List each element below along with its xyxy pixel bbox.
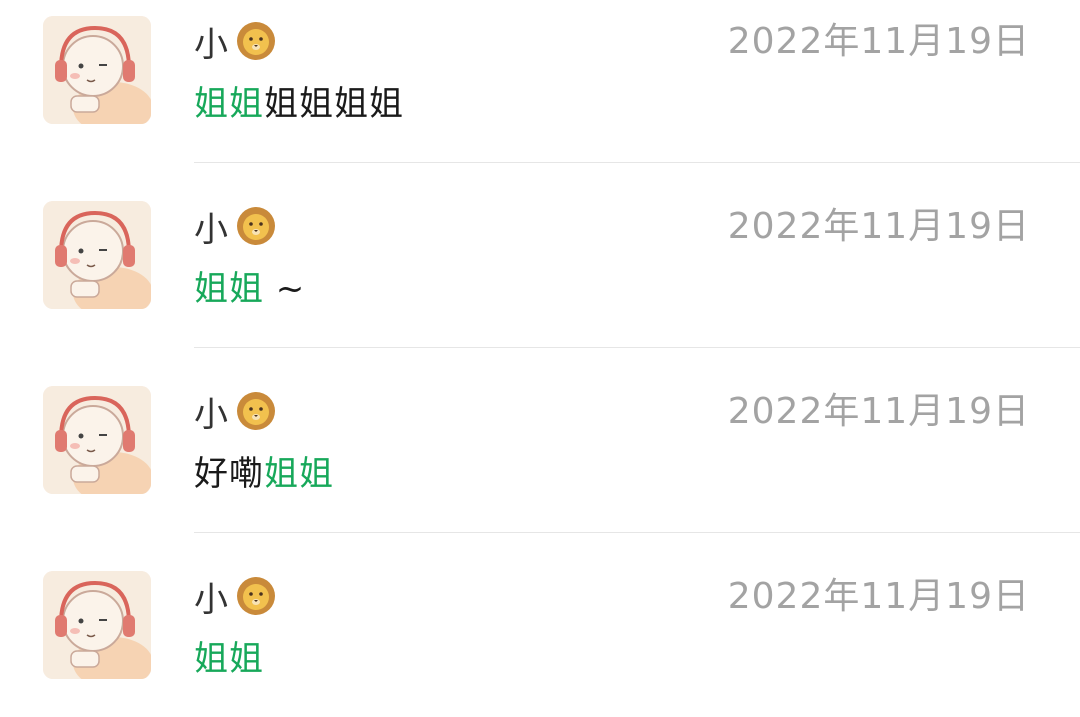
comment-row: 小 2022年11月19日 姐姐 <box>0 555 1080 717</box>
divider <box>194 162 1080 163</box>
comment-text: 好嘞姐姐 <box>194 450 334 498</box>
comment-date: 2022年11月19日 <box>727 391 1030 432</box>
avatar[interactable] <box>43 16 151 124</box>
highlight-text: 姐姐 <box>264 454 334 494</box>
comment-row: 小 2022年11月19日 姐姐 ~ <box>0 185 1080 370</box>
avatar-illustration-icon <box>43 571 151 679</box>
avatar-illustration-icon <box>43 201 151 309</box>
highlight-text: 姐姐 <box>194 269 264 309</box>
avatar-illustration-icon <box>43 386 151 494</box>
comment-text: 姐姐 <box>194 635 264 683</box>
comment-date: 2022年11月19日 <box>727 206 1030 247</box>
username-text: 小 <box>194 394 229 435</box>
plain-text: 姐姐姐姐 <box>264 84 404 124</box>
comment-date: 2022年11月19日 <box>727 576 1030 617</box>
username[interactable]: 小 <box>194 201 277 251</box>
username[interactable]: 小 <box>194 16 277 66</box>
highlight-text: 姐姐 <box>194 84 264 124</box>
avatar[interactable] <box>43 201 151 309</box>
username-text: 小 <box>194 209 229 250</box>
plain-text: ~ <box>264 269 306 309</box>
plain-text: 好嘞 <box>194 454 264 494</box>
username-text: 小 <box>194 579 229 620</box>
comment-date: 2022年11月19日 <box>727 21 1030 62</box>
comment-row: 小 2022年11月19日 好嘞姐姐 <box>0 370 1080 555</box>
lion-face-icon <box>237 392 275 430</box>
username[interactable]: 小 <box>194 571 277 621</box>
comment-row: 小 2022年11月19日 姐姐姐姐姐姐 <box>0 0 1080 185</box>
username[interactable]: 小 <box>194 386 277 436</box>
lion-face-icon <box>237 577 275 615</box>
comment-text: 姐姐 ~ <box>194 265 305 313</box>
avatar[interactable] <box>43 571 151 679</box>
divider <box>194 532 1080 533</box>
comment-text: 姐姐姐姐姐姐 <box>194 80 404 128</box>
avatar-illustration-icon <box>43 16 151 124</box>
highlight-text: 姐姐 <box>194 639 264 679</box>
lion-face-icon <box>237 207 275 245</box>
username-text: 小 <box>194 24 229 65</box>
comment-list: 小 2022年11月19日 姐姐姐姐姐姐 小 2022年11月19日 姐姐 ~ … <box>0 0 1080 717</box>
divider <box>194 347 1080 348</box>
avatar[interactable] <box>43 386 151 494</box>
lion-face-icon <box>237 22 275 60</box>
